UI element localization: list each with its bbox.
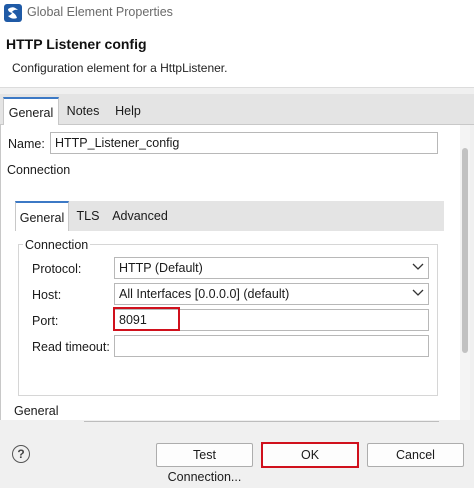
test-connection-button[interactable]: Test Connection... [156, 443, 253, 484]
connection-group-legend: Connection [23, 238, 91, 252]
dialog-description: Configuration element for a HttpListener… [12, 61, 228, 75]
tab-help[interactable]: Help [108, 97, 148, 125]
connection-section-title: Connection [7, 163, 71, 177]
scrollbar-thumb[interactable] [462, 148, 468, 353]
cancel-button[interactable]: Cancel [367, 443, 464, 467]
tab-notes[interactable]: Notes [60, 97, 106, 125]
window-title: Global Element Properties [27, 5, 173, 19]
protocol-label: Protocol: [32, 262, 82, 276]
help-circle-icon[interactable]: ? [12, 445, 30, 463]
dialog-heading: HTTP Listener config [6, 36, 147, 52]
protocol-select[interactable]: HTTP (Default) [114, 257, 429, 279]
port-label: Port: [32, 314, 59, 328]
inner-tab-advanced[interactable]: Advanced [107, 201, 173, 231]
port-highlight [113, 307, 180, 331]
ok-highlight [261, 442, 359, 468]
general-section-title: General [14, 404, 59, 418]
general-section-field [84, 421, 439, 422]
host-value: All Interfaces [0.0.0.0] (default) [119, 287, 290, 301]
chevron-down-icon [410, 284, 426, 304]
name-label: Name: [8, 137, 45, 151]
tab-general[interactable]: General [3, 97, 59, 125]
chevron-down-icon [410, 258, 426, 278]
name-input[interactable]: HTTP_Listener_config [50, 132, 438, 154]
host-label: Host: [32, 288, 62, 302]
inner-tab-tls[interactable]: TLS [72, 201, 104, 231]
app-logo-icon [4, 4, 22, 22]
read-timeout-label: Read timeout: [32, 340, 110, 354]
protocol-value: HTTP (Default) [119, 261, 203, 275]
host-select[interactable]: All Interfaces [0.0.0.0] (default) [114, 283, 429, 305]
read-timeout-input[interactable] [114, 335, 429, 357]
inner-tab-general[interactable]: General [15, 201, 69, 231]
